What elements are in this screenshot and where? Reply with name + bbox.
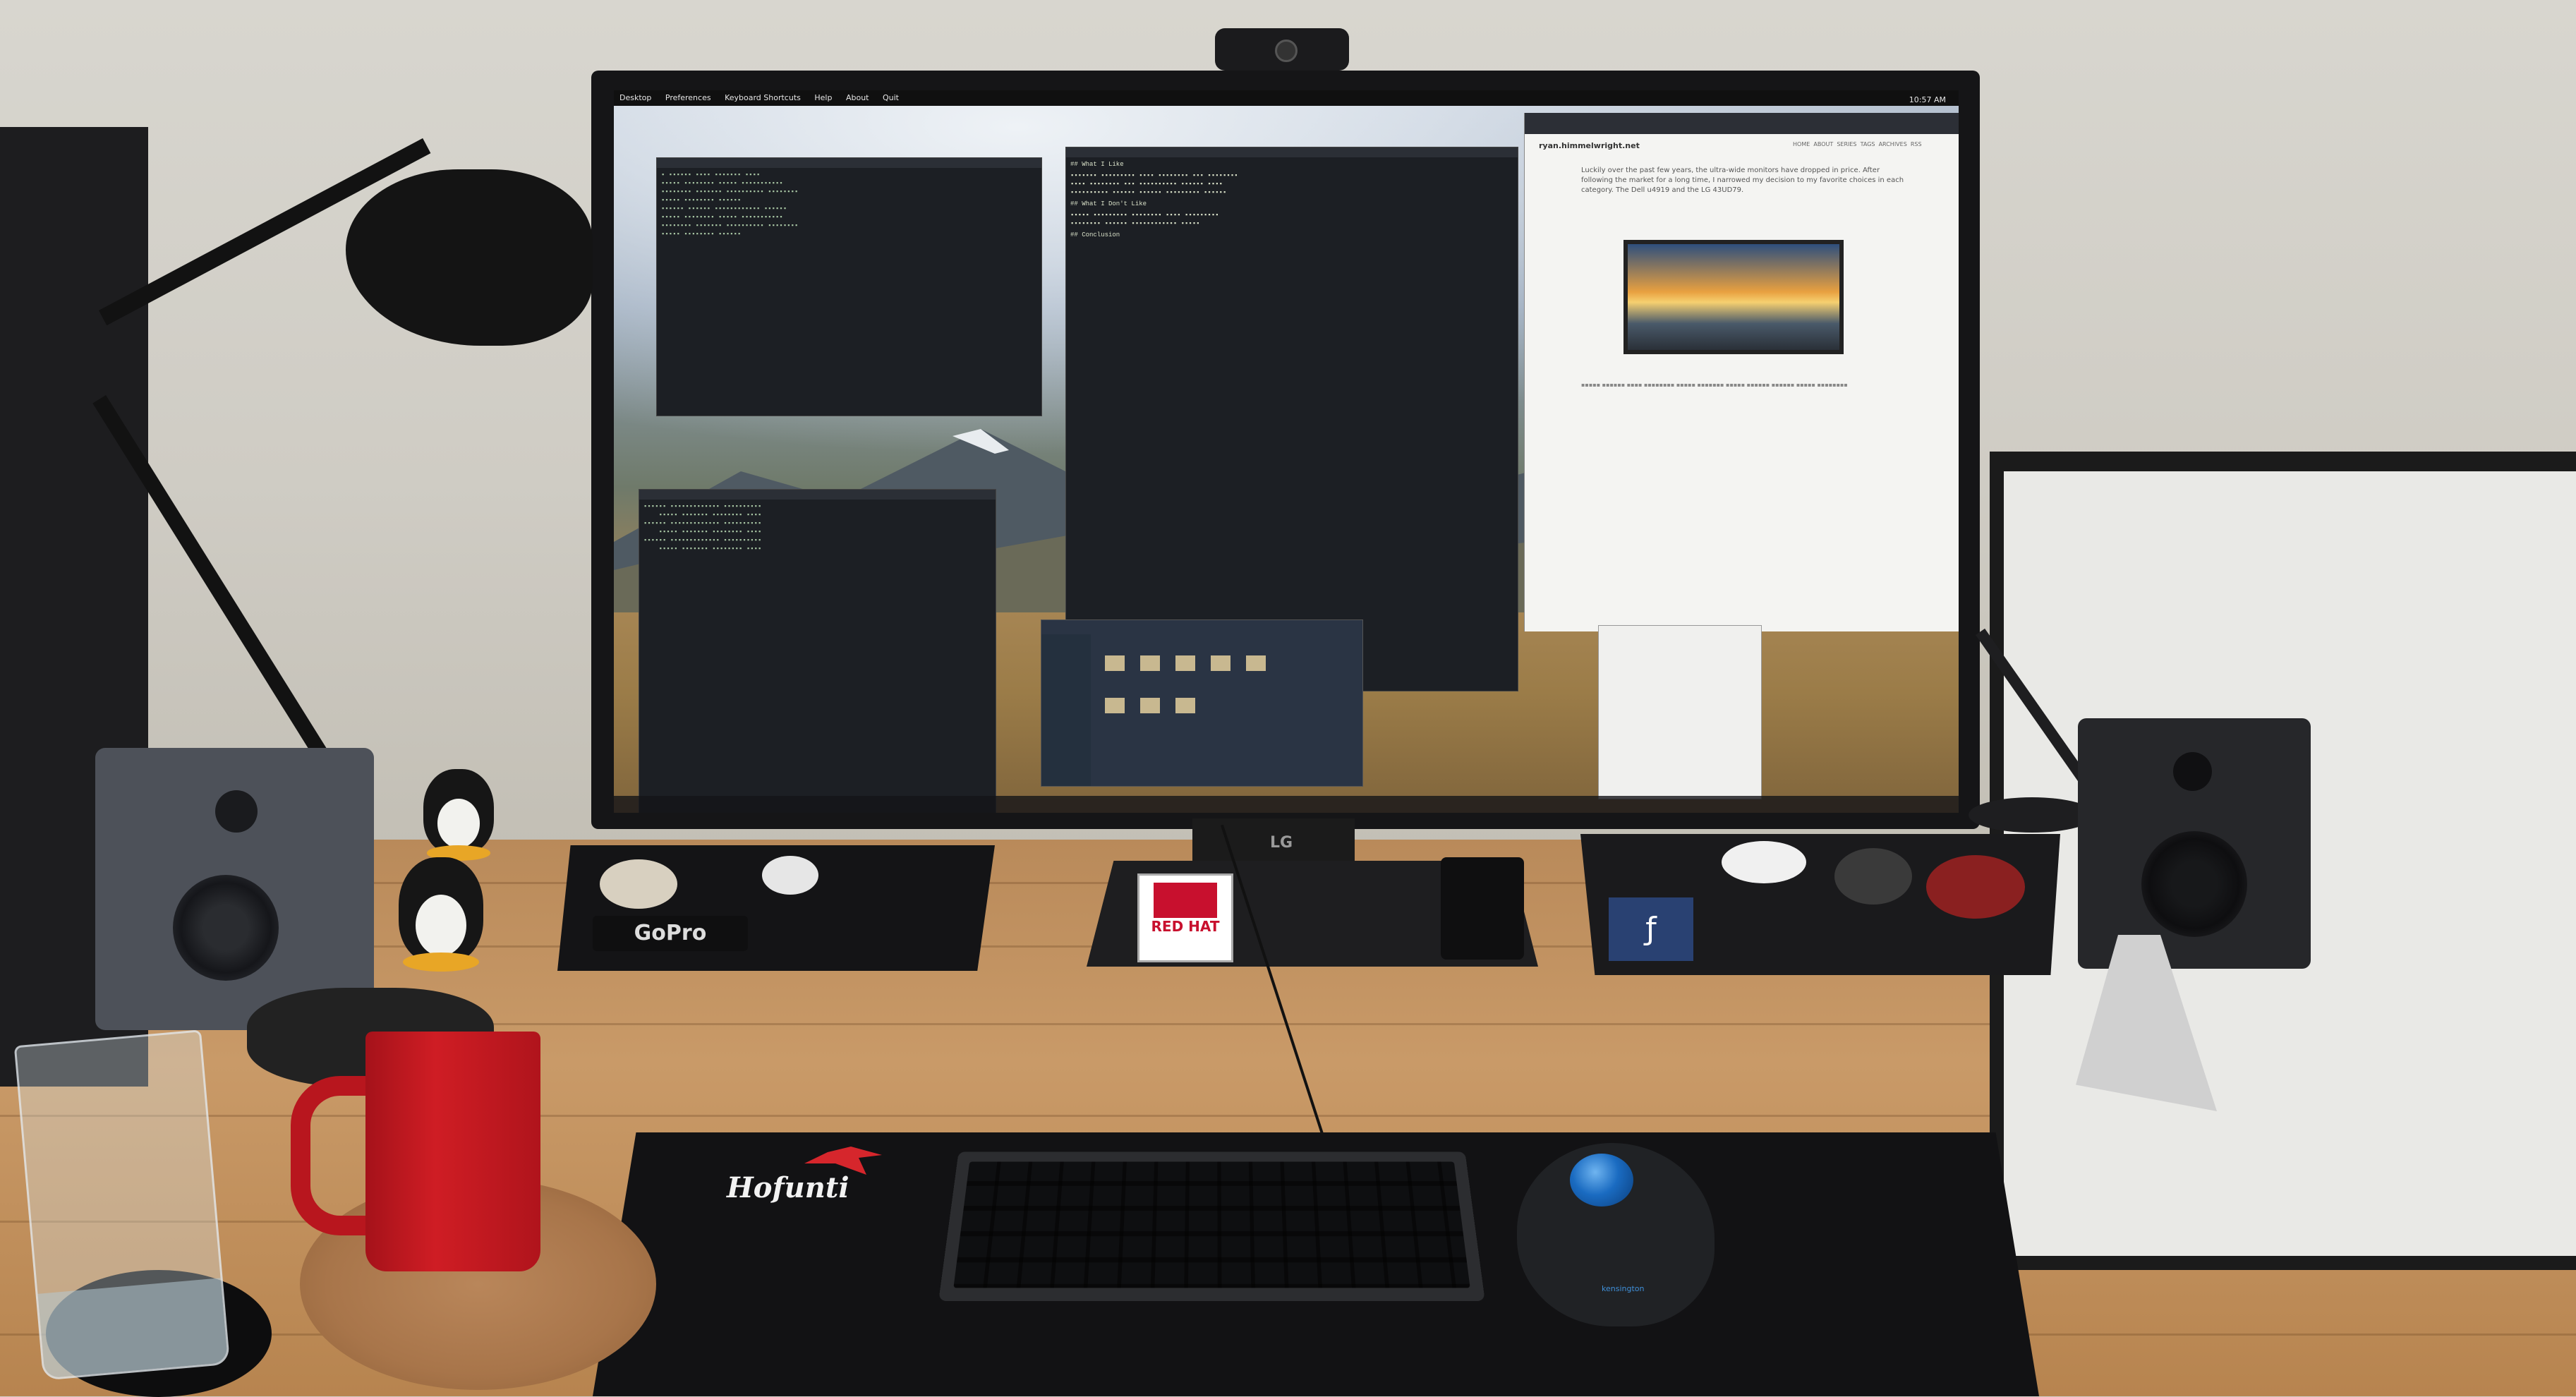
desktop-top-bar: Desktop Preferences Keyboard Shortcuts H… — [614, 90, 1959, 106]
sticker — [1926, 855, 2025, 919]
gopro-sticker: GoPro — [593, 916, 748, 951]
water-glass — [13, 1029, 231, 1381]
laptop-right: ƒ — [1580, 834, 2060, 975]
file-thumbnail[interactable] — [1175, 655, 1195, 671]
editor-heading: ## What I Like — [1070, 161, 1124, 168]
gooseneck-lamp-base — [1969, 797, 2096, 833]
terminal-output: ▪ ▪▪▪▪▪▪ ▪▪▪▪ ▪▪▪▪▪▪▪ ▪▪▪▪ ▪▪▪▪▪ ▪▪▪▪▪▪▪… — [661, 171, 799, 238]
article-image — [1623, 240, 1844, 354]
tv-remote — [1441, 857, 1524, 960]
speaker-right — [2078, 718, 2311, 969]
keyboard[interactable] — [938, 1151, 1485, 1301]
tux-penguin-figure — [423, 769, 494, 861]
site-nav: HOME ABOUT SERIES TAGS ARCHIVES RSS — [1793, 141, 1922, 147]
editor-heading: ## Conclusion — [1070, 231, 1120, 238]
article-body: ▪▪▪▪▪ ▪▪▪▪▪▪ ▪▪▪▪ ▪▪▪▪▪▪▪▪ ▪▪▪▪▪ ▪▪▪▪▪▪▪… — [1581, 382, 1848, 388]
file-manager-sidebar[interactable] — [1041, 634, 1091, 786]
taskbar[interactable] — [614, 796, 1959, 813]
monitor-logo: LG — [1270, 834, 1293, 852]
terminal-window[interactable]: ▪ ▪▪▪▪▪▪ ▪▪▪▪ ▪▪▪▪▪▪▪ ▪▪▪▪ ▪▪▪▪▪ ▪▪▪▪▪▪▪… — [656, 157, 1042, 416]
desk-mat-brand: Hofunti — [727, 1171, 849, 1204]
site-title[interactable]: ryan.himmelwright.net — [1539, 141, 1640, 150]
woofer-icon — [2141, 831, 2247, 937]
tweeter-icon — [215, 790, 258, 833]
trackball-brand: kensington — [1602, 1284, 1645, 1293]
clock: 10:57 AM — [1909, 95, 1946, 104]
nav-item-about[interactable]: ABOUT — [1813, 141, 1833, 147]
nav-item-rss[interactable]: RSS — [1911, 141, 1922, 147]
file-thumbnail[interactable] — [1105, 698, 1125, 713]
file-thumbnail[interactable] — [1211, 655, 1230, 671]
webcam — [1215, 28, 1349, 71]
menu-item[interactable]: Preferences — [665, 93, 711, 102]
editor-heading: ## What I Don't Like — [1070, 200, 1147, 207]
file-thumbnail[interactable] — [1175, 698, 1195, 713]
fedora-sticker: ƒ — [1609, 897, 1693, 961]
woofer-icon — [173, 875, 279, 981]
editor-body: ▪▪▪▪▪ ▪▪▪▪▪▪▪▪▪ ▪▪▪▪▪▪▪▪ ▪▪▪▪ ▪▪▪▪▪▪▪▪▪ … — [1070, 212, 1219, 227]
laptop-left: GoPro — [557, 845, 995, 971]
nav-item-archives[interactable]: ARCHIVES — [1879, 141, 1907, 147]
file-thumbnail[interactable] — [1105, 655, 1125, 671]
terminal-titlebar[interactable] — [657, 158, 1041, 168]
file-thumbnail[interactable] — [1140, 698, 1160, 713]
red-hat-icon — [1154, 883, 1217, 918]
menu-item[interactable]: Desktop — [619, 93, 651, 102]
file-thumbnail[interactable] — [1246, 655, 1266, 671]
browser-tab-bar[interactable] — [1525, 113, 1959, 134]
keyboard-keys[interactable] — [953, 1161, 1470, 1288]
red-mug — [365, 1032, 540, 1271]
tux-penguin-figure — [399, 857, 483, 972]
monitor-screen: Desktop Preferences Keyboard Shortcuts H… — [614, 90, 1959, 813]
sticker — [762, 856, 818, 895]
nav-item-series[interactable]: SERIES — [1837, 141, 1856, 147]
article-paragraph: Luckily over the past few years, the ult… — [1581, 167, 1904, 194]
sticker — [600, 859, 677, 909]
menu-item[interactable]: Keyboard Shortcuts — [725, 93, 801, 102]
chat-window[interactable] — [1598, 625, 1762, 799]
editor-body: ▪▪▪▪▪▪▪ ▪▪▪▪▪▪▪▪▪ ▪▪▪▪ ▪▪▪▪▪▪▪▪ ▪▪▪ ▪▪▪▪… — [1070, 172, 1238, 196]
nav-item-tags[interactable]: TAGS — [1861, 141, 1875, 147]
file-manager-window[interactable] — [1041, 619, 1363, 787]
nav-item-home[interactable]: HOME — [1793, 141, 1810, 147]
sticker — [1722, 841, 1806, 883]
red-hat-badge: RED HAT — [1137, 873, 1233, 962]
trackball-ball[interactable] — [1570, 1154, 1633, 1206]
editor-titlebar[interactable] — [1066, 147, 1518, 157]
menu-item[interactable]: About — [846, 93, 869, 102]
file-thumbnail[interactable] — [1140, 655, 1160, 671]
menu-item[interactable]: Help — [814, 93, 832, 102]
terminal-window[interactable]: ▪▪▪▪▪▪ ▪▪▪▪▪▪▪▪▪▪▪▪▪ ▪▪▪▪▪▪▪▪▪▪ ▪▪▪▪▪ ▪▪… — [639, 489, 996, 813]
tweeter-icon — [2173, 752, 2212, 791]
menu-item[interactable]: Quit — [883, 93, 899, 102]
browser-window[interactable]: ryan.himmelwright.net HOME ABOUT SERIES … — [1524, 113, 1959, 631]
terminal-output: ▪▪▪▪▪▪ ▪▪▪▪▪▪▪▪▪▪▪▪▪ ▪▪▪▪▪▪▪▪▪▪ ▪▪▪▪▪ ▪▪… — [643, 503, 762, 552]
terminal-titlebar[interactable] — [639, 490, 996, 500]
webcam-lens-icon — [1275, 40, 1298, 62]
text-editor-window[interactable]: ## What I Like ▪▪▪▪▪▪▪ ▪▪▪▪▪▪▪▪▪ ▪▪▪▪ ▪▪… — [1065, 147, 1518, 691]
sticker — [1834, 848, 1912, 905]
badge-text: RED HAT — [1151, 918, 1220, 935]
